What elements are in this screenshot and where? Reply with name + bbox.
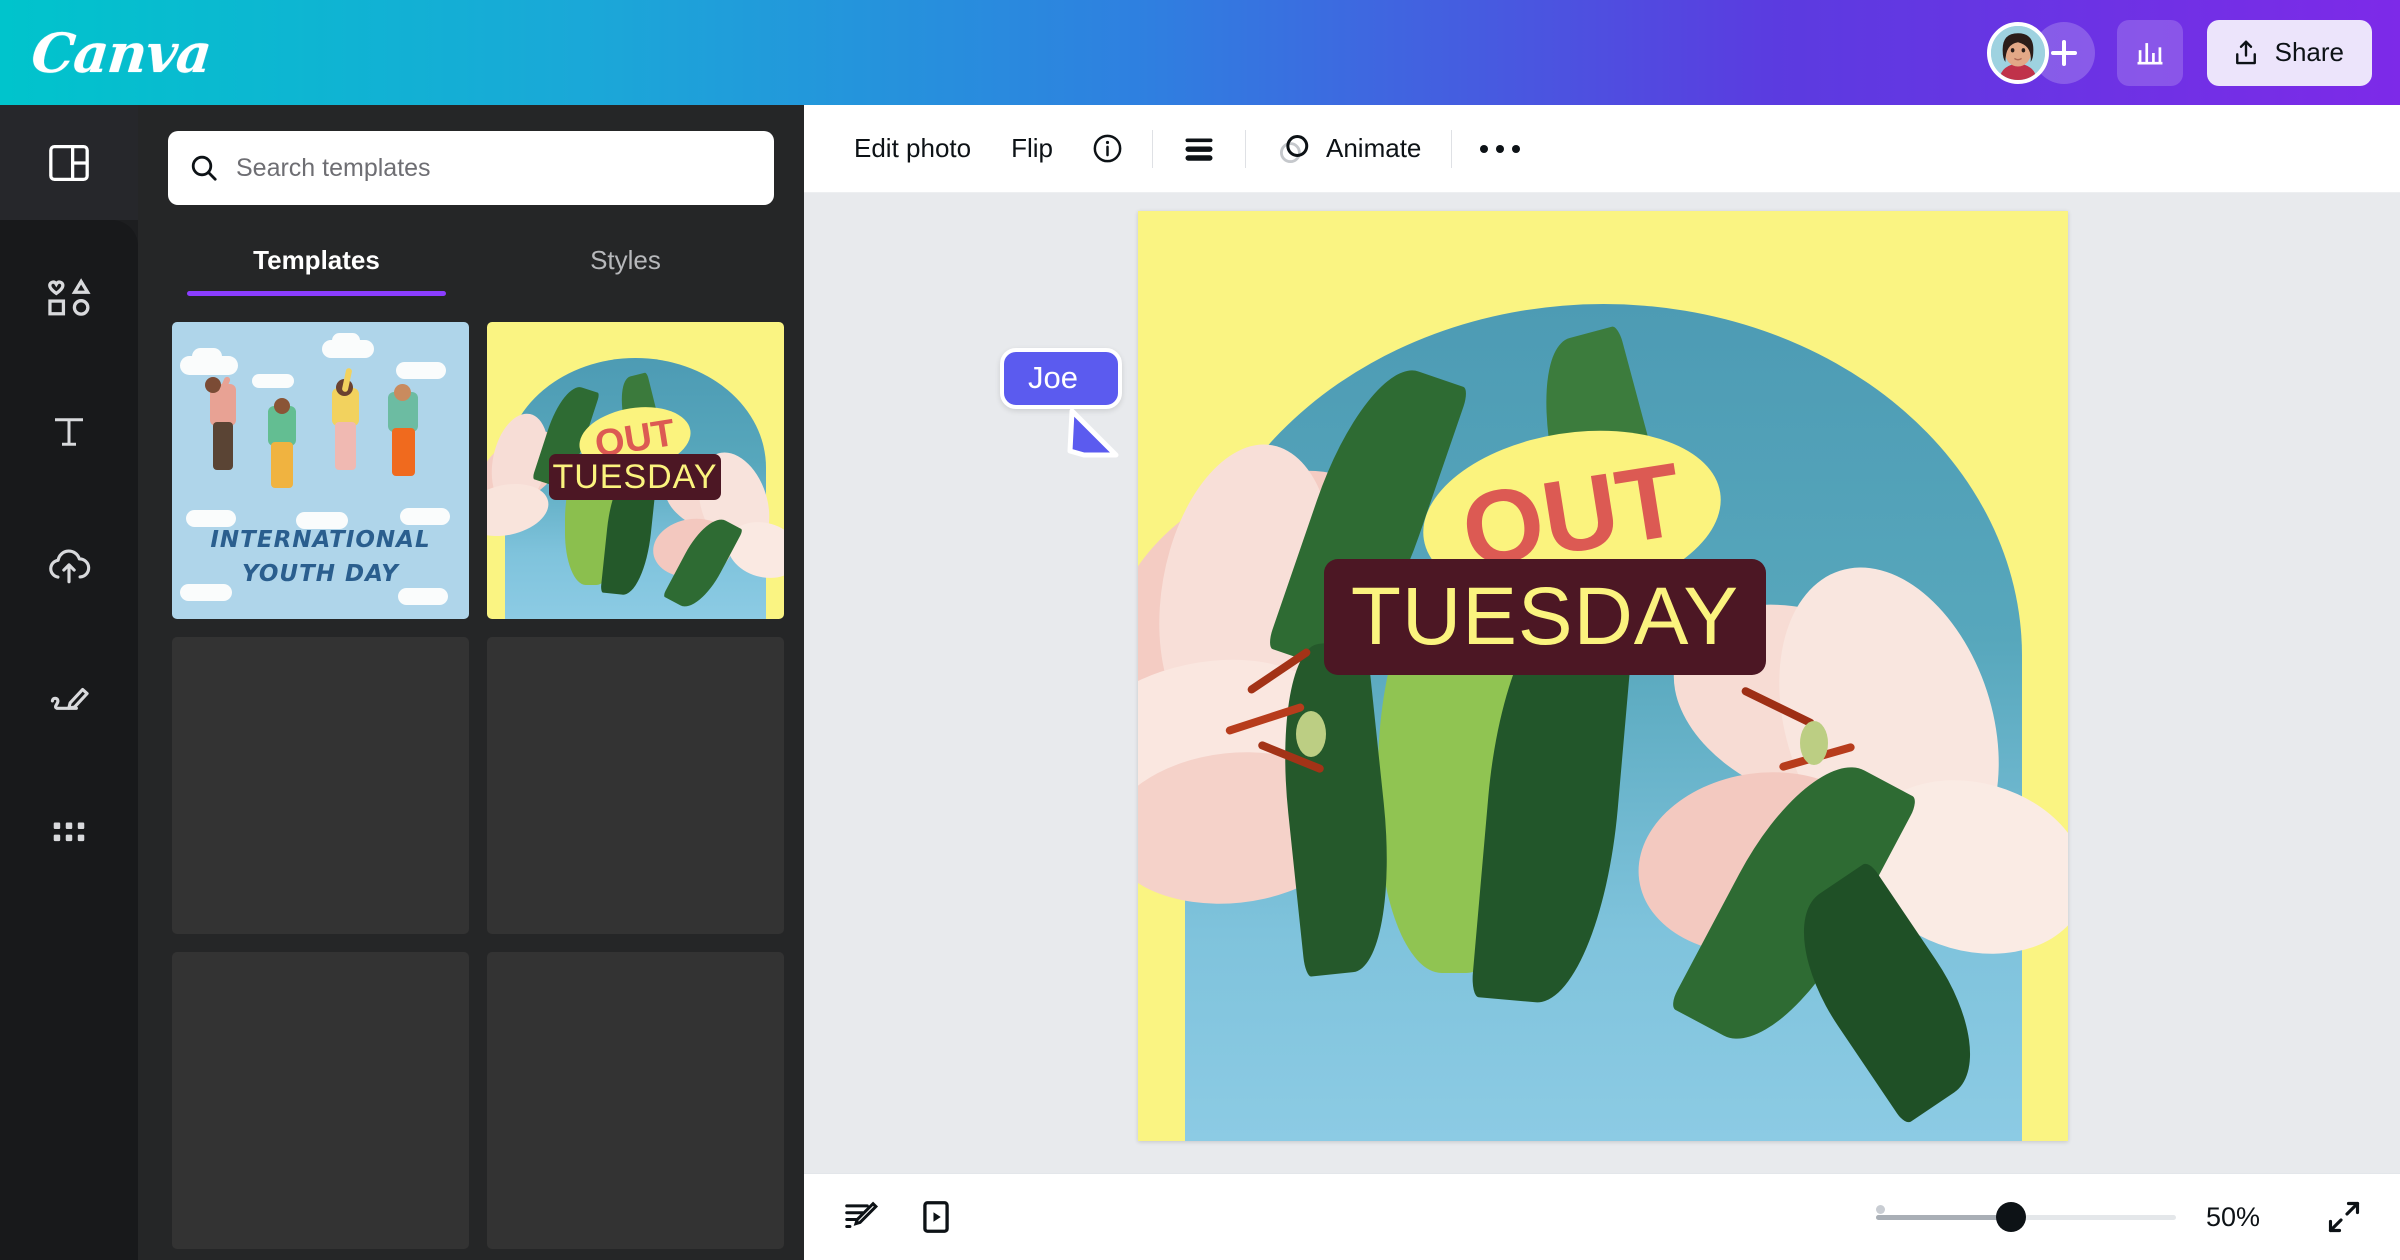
position-lines-icon — [1185, 138, 1213, 161]
bottom-bar: 50% — [804, 1173, 2400, 1260]
panel-tabs: Templates Styles — [138, 245, 804, 296]
tab-styles-label: Styles — [590, 245, 661, 275]
sidebar-item-draw[interactable] — [26, 664, 112, 736]
collaborator-avatars — [1986, 21, 2095, 84]
template-title-line1: INTERNATIONAL — [210, 527, 431, 554]
more-options-button[interactable] — [1462, 135, 1538, 163]
shapes-elements-icon — [48, 278, 91, 316]
zoom-slider[interactable] — [1876, 1202, 2176, 1232]
tab-templates-label: Templates — [253, 245, 380, 275]
rail-top-section — [0, 105, 138, 220]
object-toolbar: Edit photo Flip Animate — [804, 105, 2400, 193]
avatar[interactable] — [1986, 21, 2049, 84]
bottom-bar-right: 50% — [1876, 1193, 2368, 1241]
info-circle-icon — [1093, 134, 1122, 163]
bottom-bar-left — [836, 1192, 960, 1242]
left-icon-rail — [0, 105, 138, 1260]
search-input[interactable]: Search templates — [168, 131, 774, 205]
tuesday-box-shape[interactable]: TUESDAY — [1324, 559, 1766, 675]
edit-photo-button[interactable]: Edit photo — [834, 123, 991, 174]
cloud-upload-icon — [49, 549, 91, 584]
expand-arrows-icon — [2328, 1201, 2360, 1233]
stats-button[interactable] — [2116, 19, 2183, 86]
share-button-label: Share — [2274, 37, 2344, 67]
editor-area: Edit photo Flip Animate OUT TUESDAY Joe — [804, 105, 2400, 1260]
search-placeholder: Search templates — [236, 153, 431, 182]
flip-button[interactable]: Flip — [991, 123, 1073, 174]
templates-grid: INTERNATIONAL YOUTH DAY OUT TUESDAY — [138, 322, 804, 1249]
template-card-ocean-day[interactable]: ✦ ✦ ✦ ✦ HAPPY WORLD OCEAN — [172, 952, 469, 1249]
template-card-giveaway[interactable]: GIVEAWAY Win the easy way — [487, 952, 784, 1249]
sidebar-item-uploads[interactable] — [26, 530, 112, 602]
draw-pen-icon — [50, 687, 89, 710]
canvas-area[interactable]: OUT TUESDAY Joe — [804, 193, 2400, 1173]
present-button[interactable] — [912, 1192, 960, 1242]
layout-templates-icon — [49, 144, 89, 181]
rail-main-section — [0, 220, 138, 1260]
canva-logo[interactable]: Canva — [29, 21, 214, 85]
toolbar-separator — [1451, 129, 1453, 168]
tab-styles[interactable]: Styles — [471, 245, 780, 296]
template-title-line2: YOUTH DAY — [242, 560, 399, 587]
sidebar-item-apps[interactable] — [26, 798, 112, 870]
sidebar-item-elements[interactable] — [26, 262, 112, 334]
text-t-icon — [55, 418, 83, 446]
avatar-photo-icon — [1990, 25, 2045, 80]
design-page[interactable]: OUT TUESDAY — [1138, 211, 2068, 1141]
search-icon — [191, 155, 217, 181]
template-title: INTERNATIONAL YOUTH DAY — [172, 524, 469, 591]
bar-chart-icon — [2137, 42, 2163, 65]
expand-button[interactable] — [2320, 1193, 2368, 1241]
animate-button[interactable]: Animate — [1256, 121, 1441, 177]
slider-fill — [1876, 1214, 2011, 1220]
share-button[interactable]: Share — [2206, 19, 2372, 86]
upload-share-icon — [2235, 40, 2256, 64]
template-thumb-art: OUT TUESDAY — [487, 322, 784, 619]
canva-editor-window: Canva Share Search templates Templates S… — [0, 0, 2400, 1260]
tuesday-subhead: TUESDAY — [1350, 571, 1740, 662]
top-bar: Canva Share — [0, 0, 2400, 105]
apps-grid-icon — [53, 822, 85, 842]
template-card-youth-day[interactable]: INTERNATIONAL YOUTH DAY — [172, 322, 469, 619]
template-thumb-art: INTERNATIONAL YOUTH DAY — [172, 322, 469, 619]
template-card-friendship-day[interactable]: FRIENDSHIP DAY FRIENDSHIP DAY FRIENDSHIP… — [487, 637, 784, 934]
sidebar-item-design[interactable] — [26, 127, 112, 199]
collaborator-name-label: Joe — [1000, 348, 1122, 409]
position-button[interactable] — [1163, 124, 1235, 174]
collaborator-cursor: Joe — [1000, 348, 1122, 467]
tab-templates[interactable]: Templates — [162, 245, 471, 296]
toolbar-separator — [1245, 129, 1246, 168]
animate-circles-icon — [1279, 134, 1309, 163]
top-bar-actions: Share — [1986, 19, 2372, 86]
info-button[interactable] — [1073, 122, 1142, 175]
design-artwork: OUT TUESDAY — [1138, 211, 2068, 1141]
search-wrapper: Search templates — [138, 105, 804, 205]
ellipsis-icon — [1480, 144, 1521, 153]
notes-button[interactable] — [836, 1192, 886, 1242]
toolbar-separator — [1152, 129, 1153, 168]
template-card-good-things[interactable]: Good things are coming Good things are c… — [172, 637, 469, 934]
template-card-out-tuesday[interactable]: OUT TUESDAY — [487, 322, 784, 619]
notes-pencil-icon — [845, 1201, 879, 1229]
animate-label: Animate — [1326, 133, 1422, 163]
slider-knob[interactable] — [1996, 1202, 2026, 1232]
slider-min-dot — [1876, 1205, 1885, 1214]
templates-panel: Search templates Templates Styles INTERN… — [138, 105, 804, 1260]
zoom-level-value[interactable]: 50% — [2206, 1202, 2290, 1233]
template-tuesday-text: TUESDAY — [552, 457, 718, 496]
sidebar-item-text[interactable] — [26, 396, 112, 468]
cursor-pointer-icon — [1067, 408, 1119, 458]
present-play-icon — [923, 1201, 949, 1233]
